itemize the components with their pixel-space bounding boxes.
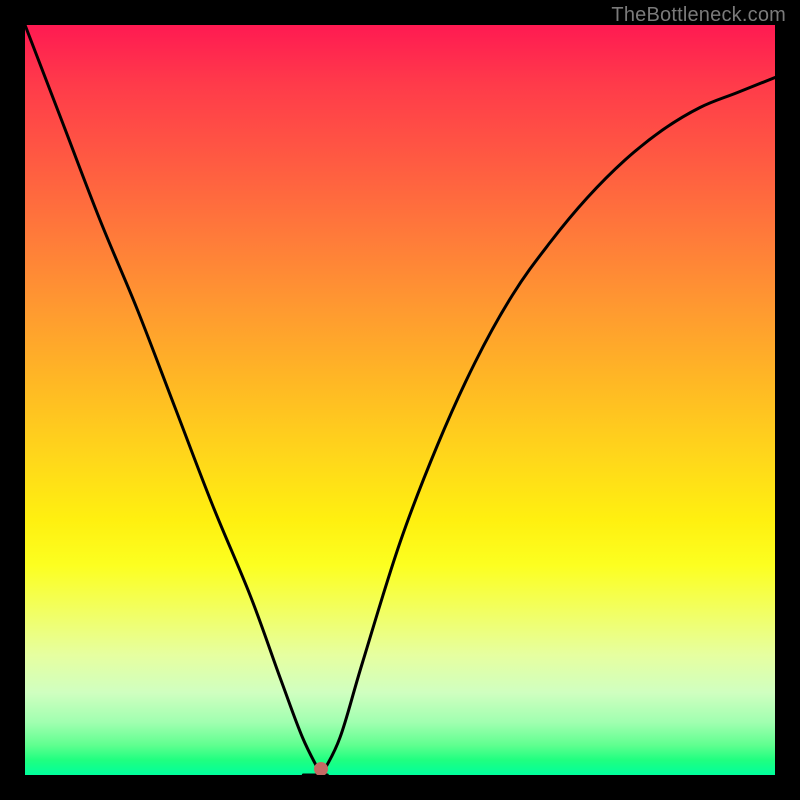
optimum-marker bbox=[314, 762, 328, 775]
watermark-label: TheBottleneck.com bbox=[611, 4, 786, 27]
bottleneck-curve bbox=[25, 25, 775, 775]
plot-area bbox=[25, 25, 775, 775]
chart-frame: TheBottleneck.com bbox=[0, 0, 800, 800]
curve-svg bbox=[25, 25, 775, 775]
